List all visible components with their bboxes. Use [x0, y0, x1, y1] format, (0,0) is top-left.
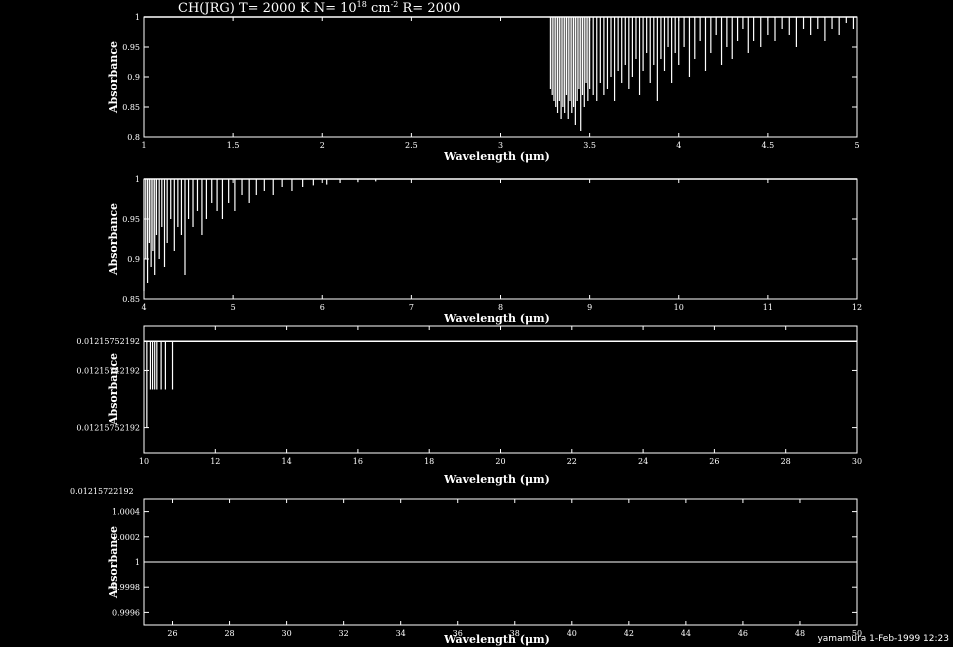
x-tick-label: 42 [624, 629, 634, 638]
plot-frame [143, 16, 858, 138]
title-suffix: R= 2000 [398, 1, 460, 16]
y-axis-label: Absorbance [107, 526, 120, 599]
x-ticks [143, 16, 858, 138]
y-tick-label: 0.01215752192 [76, 337, 140, 346]
y-axis-label: Absorbance [107, 353, 120, 426]
x-tick-label: 44 [681, 629, 691, 638]
x-tick-label: 8 [498, 303, 503, 312]
x-tick-label: 4 [141, 303, 146, 312]
y-tick-label: 0.9 [127, 73, 140, 82]
x-tick-label: 1 [141, 141, 146, 150]
x-tick-label: 24 [638, 457, 648, 466]
x-tick-label: 26 [167, 629, 177, 638]
x-tick-label: 30 [852, 457, 862, 466]
absorption-lines [144, 340, 857, 428]
y-tick-label: 0.8 [127, 133, 140, 142]
x-tick-label: 46 [738, 629, 748, 638]
x-tick-labels: 4 5 6 7 8 9 10 11 12 [141, 303, 862, 312]
panel-4: 0.01215722192 26 28 30 32 34 36 38 40 42 44 46 48 50… [70, 487, 862, 646]
y-tick-label: 0.9996 [112, 608, 140, 617]
y-tick-label: 0.85 [122, 103, 140, 112]
x-tick-label: 30 [282, 629, 292, 638]
panel-1: 1 1.5 2 2.5 3 3.5 4 4.5 5 0.8 0.85 0.9 0.95 1 Wavele… [107, 13, 860, 163]
x-tick-label: 10 [139, 457, 149, 466]
panel-3: 10 12 14 16 18 20 22 24 26 28 30 0.012157521920.01… [76, 325, 862, 486]
y-tick-label: 1 [135, 175, 140, 184]
x-tick-label: 4.5 [762, 141, 775, 150]
x-tick-label: 2 [320, 141, 325, 150]
x-tick-label: 18 [424, 457, 434, 466]
title-exponent-2: -2 [391, 0, 399, 9]
x-ticks [143, 326, 858, 453]
x-tick-label: 5 [231, 303, 236, 312]
absorption-lines [143, 178, 857, 291]
x-tick-label: 14 [282, 457, 292, 466]
y-tick-label: 1 [135, 558, 140, 567]
y-tick-label: 0.95 [122, 215, 140, 224]
x-ticks [143, 178, 858, 300]
y-tick-label: 1 [135, 13, 140, 22]
x-tick-label: 22 [567, 457, 577, 466]
x-tick-label: 28 [781, 457, 791, 466]
x-tick-label: 16 [353, 457, 363, 466]
x-tick-label: 3 [498, 141, 503, 150]
x-axis-label: Wavelength (μm) [443, 633, 550, 646]
panel-2: 4 5 6 7 8 9 10 11 12 0.85 0.9 0.95 1 Wavelength (μm… [107, 175, 862, 325]
x-tick-label: 12 [852, 303, 862, 312]
x-tick-label: 7 [409, 303, 414, 312]
x-tick-label: 9 [587, 303, 592, 312]
title-exponent-1: 18 [357, 0, 367, 9]
x-tick-label: 34 [396, 629, 406, 638]
title-prefix: CH(JRG) T= 2000 K N= 10 [178, 1, 357, 16]
absorption-lines [144, 16, 857, 131]
x-tick-label: 5 [854, 141, 859, 150]
x-tick-labels: 10 12 14 16 18 20 22 24 26 28 30 [139, 457, 862, 466]
chart-title: CH(JRG) T= 2000 K N= 1018 cm-2 R= 2000 [178, 0, 460, 16]
credit-label: yamamura 1-Feb-1999 12:23 [817, 634, 949, 644]
x-tick-label: 20 [495, 457, 505, 466]
y-tick-labels: 0.85 0.9 0.95 1 [122, 175, 140, 304]
x-tick-label: 10 [674, 303, 684, 312]
plot-frame [143, 178, 858, 300]
x-tick-label: 11 [763, 303, 773, 312]
y-tick-label: 0.95 [122, 43, 140, 52]
y-tick-labels: 0.8 0.85 0.9 0.95 1 [122, 13, 140, 142]
x-tick-label: 32 [339, 629, 349, 638]
y-tick-label: 0.9 [127, 255, 140, 264]
x-tick-label: 3.5 [583, 141, 596, 150]
x-tick-labels: 1 1.5 2 2.5 3 3.5 4 4.5 5 [141, 141, 859, 150]
x-axis-label: Wavelength (μm) [443, 312, 550, 325]
corner-tick-label: 0.01215722192 [70, 487, 134, 496]
plot-frame [143, 325, 858, 454]
x-axis-label: Wavelength (μm) [443, 150, 550, 163]
x-axis-label: Wavelength (μm) [443, 473, 550, 486]
y-axis-label: Absorbance [107, 41, 120, 114]
y-tick-label: 0.85 [122, 295, 140, 304]
x-tick-label: 48 [795, 629, 805, 638]
plot-canvas: CH(JRG) T= 2000 K N= 1018 cm-2 R= 2000 1… [70, 0, 949, 646]
title-mid: cm [367, 1, 391, 16]
x-tick-label: 1.5 [227, 141, 240, 150]
x-tick-label: 2.5 [405, 141, 418, 150]
x-tick-label: 26 [709, 457, 719, 466]
x-tick-label: 6 [320, 303, 325, 312]
x-tick-label: 12 [210, 457, 220, 466]
y-axis-label: Absorbance [107, 203, 120, 276]
y-tick-label: 1.0004 [112, 508, 140, 517]
x-tick-label: 40 [567, 629, 577, 638]
x-tick-label: 28 [224, 629, 234, 638]
x-tick-label: 4 [676, 141, 681, 150]
